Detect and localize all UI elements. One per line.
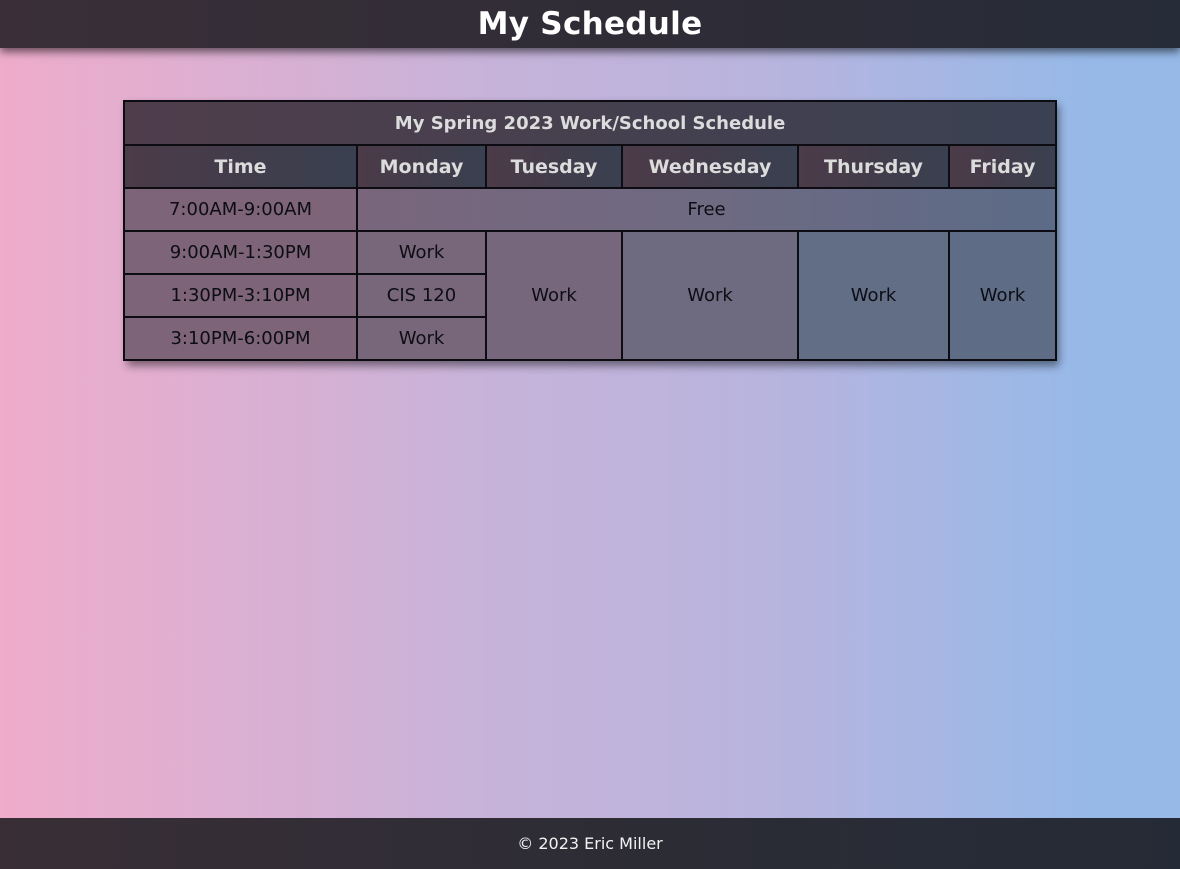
column-header-friday: Friday bbox=[947, 144, 1058, 189]
wednesday-cell: Work bbox=[621, 230, 799, 361]
time-cell: 1:30PM-3:10PM bbox=[123, 273, 358, 318]
time-cell: 3:10PM-6:00PM bbox=[123, 316, 358, 361]
column-header-thursday: Thursday bbox=[797, 144, 950, 189]
monday-cell: CIS 120 bbox=[356, 273, 487, 318]
tuesday-cell: Work bbox=[485, 230, 623, 361]
page-footer: © 2023 Eric Miller bbox=[0, 818, 1180, 869]
table-caption: My Spring 2023 Work/School Schedule bbox=[122, 100, 1058, 146]
time-cell: 7:00AM-9:00AM bbox=[123, 187, 358, 232]
friday-cell: Work bbox=[947, 230, 1058, 361]
table-header-row: Time Monday Tuesday Wednesday Thursday F… bbox=[123, 144, 1058, 189]
table-row: 7:00AM-9:00AM Free bbox=[123, 187, 1058, 232]
table-caption-row: My Spring 2023 Work/School Schedule bbox=[122, 100, 1058, 146]
column-header-wednesday: Wednesday bbox=[621, 144, 799, 189]
column-header-monday: Monday bbox=[356, 144, 487, 189]
copyright-text: © 2023 Eric Miller bbox=[517, 834, 663, 853]
monday-cell: Work bbox=[356, 316, 487, 361]
schedule-table: My Spring 2023 Work/School Schedule Time… bbox=[122, 100, 1058, 361]
monday-cell: Work bbox=[356, 230, 487, 275]
free-cell: Free bbox=[355, 187, 1058, 232]
thursday-cell: Work bbox=[797, 230, 950, 361]
column-header-time: Time bbox=[123, 144, 358, 189]
schedule-table-container: My Spring 2023 Work/School Schedule Time… bbox=[122, 100, 1058, 361]
table-row: 9:00AM-1:30PM Work Work Work Work Work bbox=[123, 230, 1058, 361]
page-header: My Schedule bbox=[0, 0, 1180, 48]
page-title: My Schedule bbox=[477, 6, 703, 42]
time-cell: 9:00AM-1:30PM bbox=[123, 230, 358, 275]
column-header-tuesday: Tuesday bbox=[485, 144, 623, 189]
